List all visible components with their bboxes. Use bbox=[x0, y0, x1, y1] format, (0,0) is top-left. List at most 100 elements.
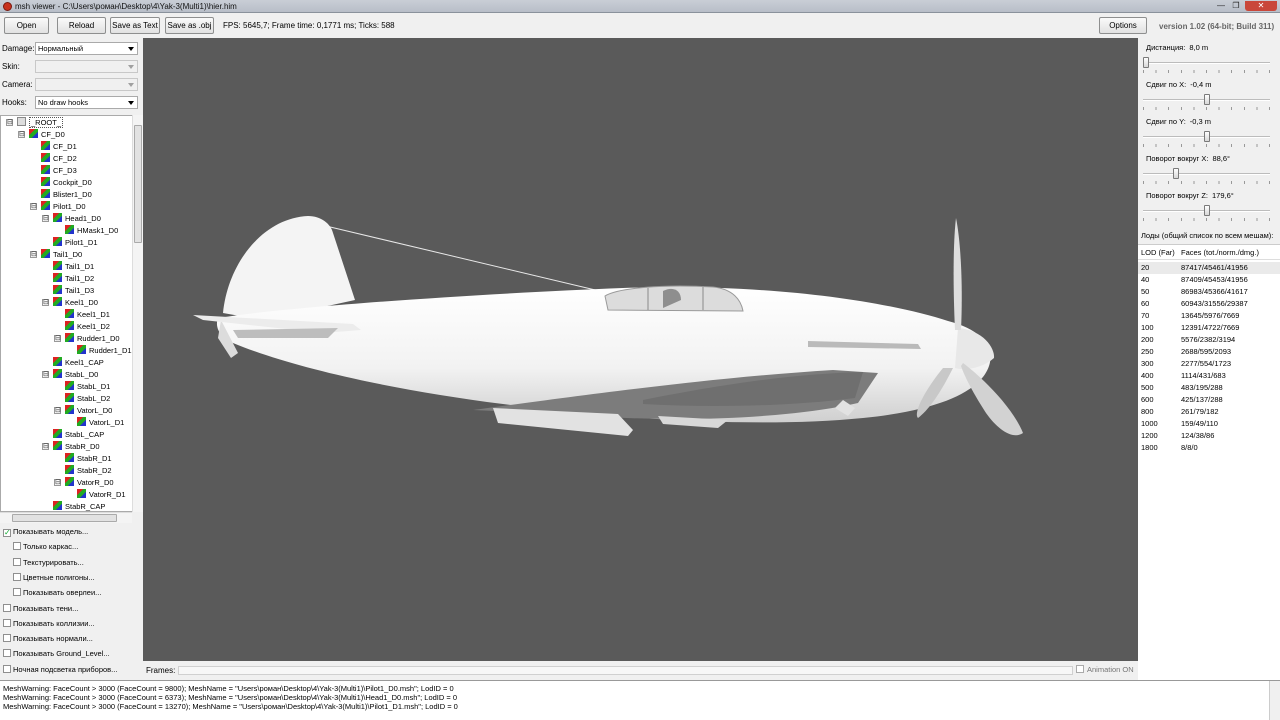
tree-item[interactable]: Keel1_D0 bbox=[53, 297, 98, 309]
tree-item[interactable]: Head1_D0 bbox=[53, 213, 101, 225]
lod-row[interactable]: 40 87409/45453/41956 bbox=[1138, 274, 1280, 286]
tree-item[interactable]: Pilot1_D1 bbox=[53, 237, 98, 249]
checkbox[interactable] bbox=[13, 542, 21, 551]
camera-select[interactable] bbox=[35, 78, 138, 91]
tree-expander-icon[interactable]: ⊟ bbox=[54, 479, 61, 486]
lod-row[interactable]: 100 12391/4722/7669 bbox=[1138, 322, 1280, 334]
checked-checkbox[interactable]: ✓ bbox=[3, 529, 11, 537]
checkbox[interactable] bbox=[3, 634, 11, 643]
options-button[interactable]: Options bbox=[1099, 17, 1147, 34]
lod-row[interactable]: 70 13645/5976/7669 bbox=[1138, 310, 1280, 322]
checkbox[interactable] bbox=[3, 664, 11, 673]
tree-item[interactable]: Keel1_CAP bbox=[53, 357, 104, 369]
slider-handle[interactable] bbox=[1204, 131, 1210, 142]
tree-item[interactable]: VatorL_D0 bbox=[65, 405, 112, 417]
lod-list[interactable]: LOD (Far) Faces (tot./norm./dmg.) 20 8741… bbox=[1138, 244, 1280, 680]
tree-item[interactable]: VatorR_D0 bbox=[65, 477, 114, 489]
option-checkbox-row[interactable]: Текстурировать... bbox=[13, 557, 84, 569]
animation-checkbox[interactable] bbox=[1076, 665, 1084, 673]
checkbox[interactable] bbox=[13, 588, 21, 597]
tree-expander-icon[interactable]: ⊟ bbox=[42, 299, 49, 306]
checkbox[interactable] bbox=[3, 618, 11, 627]
option-checkbox-row[interactable]: Показывать оверлеи... bbox=[13, 587, 101, 599]
checkbox[interactable] bbox=[13, 557, 21, 566]
tree-item[interactable]: VatorL_D1 bbox=[77, 417, 124, 429]
tree-expander-icon[interactable]: ⊟ bbox=[18, 131, 25, 138]
log-scrollbar[interactable] bbox=[1269, 681, 1280, 720]
log-panel[interactable]: MeshWarning: FaceCount > 3000 (FaceCount… bbox=[0, 680, 1280, 720]
tree-item[interactable]: Keel1_D2 bbox=[65, 321, 110, 333]
lod-row[interactable]: 1000 159/49/110 bbox=[1138, 418, 1280, 430]
lod-col-header[interactable]: LOD (Far) bbox=[1141, 245, 1175, 260]
checkbox[interactable] bbox=[13, 572, 21, 581]
tree-item[interactable]: Keel1_D1 bbox=[65, 309, 110, 321]
value-slider[interactable] bbox=[1143, 57, 1270, 73]
tree-item[interactable]: CF_D2 bbox=[41, 153, 77, 165]
lod-row[interactable]: 200 5576/2382/3194 bbox=[1138, 334, 1280, 346]
tree-item[interactable]: StabR_D2 bbox=[65, 465, 112, 477]
animation-toggle[interactable]: Animation ON bbox=[1076, 665, 1134, 674]
tree-item[interactable]: StabR_D1 bbox=[65, 453, 112, 465]
slider-handle[interactable] bbox=[1204, 94, 1210, 105]
reload-button[interactable]: Reload bbox=[57, 17, 106, 34]
3d-viewport[interactable] bbox=[143, 38, 1138, 661]
minimize-button[interactable]: — bbox=[1214, 1, 1228, 11]
option-checkbox-row[interactable]: Цветные полигоны... bbox=[13, 572, 95, 584]
lod-row[interactable]: 60 60943/31556/29387 bbox=[1138, 298, 1280, 310]
tree-item[interactable]: StabR_CAP bbox=[53, 501, 105, 511]
tree-item[interactable]: CF_D0 bbox=[29, 129, 65, 141]
tree-horizontal-scrollbar[interactable] bbox=[0, 512, 132, 523]
tree-item[interactable]: _ROOT_ bbox=[17, 117, 64, 129]
tree-expander-icon[interactable]: ⊟ bbox=[6, 119, 13, 126]
lod-row[interactable]: 50 86983/45366/41617 bbox=[1138, 286, 1280, 298]
value-slider[interactable] bbox=[1143, 168, 1270, 184]
tree-expander-icon[interactable]: ⊟ bbox=[42, 443, 49, 450]
mesh-tree[interactable]: ⊟ _ROOT_ ⊟ CF_D0 CF_D1 CF_D2 CF_D3 Cockpit_D0 Bl… bbox=[0, 115, 143, 512]
save-as-text-button[interactable]: Save as Text bbox=[110, 17, 160, 34]
tree-item[interactable]: Rudder1_D1 bbox=[77, 345, 132, 357]
option-checkbox-row[interactable]: Ночная подсветка приборов... bbox=[3, 664, 117, 676]
lod-row[interactable]: 500 483/195/288 bbox=[1138, 382, 1280, 394]
hooks-select[interactable]: No draw hooks bbox=[35, 96, 138, 109]
option-checkbox-row[interactable]: Показывать Ground_Level... bbox=[3, 648, 110, 660]
lod-row[interactable]: 1800 8/8/0 bbox=[1138, 442, 1280, 454]
tree-item[interactable]: Tail1_D1 bbox=[53, 261, 94, 273]
tree-item[interactable]: Tail1_D2 bbox=[53, 273, 94, 285]
save-as-obj-button[interactable]: Save as .obj bbox=[165, 17, 214, 34]
frames-slider[interactable] bbox=[178, 666, 1073, 675]
option-checkbox-row[interactable]: ✓ Показывать модель... bbox=[3, 526, 88, 538]
open-button[interactable]: Open bbox=[4, 17, 49, 34]
tree-item[interactable]: Cockpit_D0 bbox=[41, 177, 92, 189]
tree-item[interactable]: CF_D1 bbox=[41, 141, 77, 153]
slider-track[interactable] bbox=[1143, 173, 1270, 175]
lod-row[interactable]: 20 87417/45461/41956 bbox=[1138, 262, 1280, 274]
tree-item[interactable]: StabL_D2 bbox=[65, 393, 110, 405]
tree-expander-icon[interactable]: ⊟ bbox=[54, 335, 61, 342]
checkbox[interactable] bbox=[3, 603, 11, 612]
tree-item[interactable]: StabL_CAP bbox=[53, 429, 104, 441]
faces-col-header[interactable]: Faces (tot./norm./dmg.) bbox=[1181, 245, 1259, 260]
slider-handle[interactable] bbox=[1173, 168, 1179, 179]
slider-handle[interactable] bbox=[1143, 57, 1149, 68]
lod-row[interactable]: 400 1114/431/683 bbox=[1138, 370, 1280, 382]
tree-item[interactable]: Pilot1_D0 bbox=[41, 201, 86, 213]
value-slider[interactable] bbox=[1143, 94, 1270, 110]
slider-track[interactable] bbox=[1143, 62, 1270, 64]
tree-item[interactable]: StabR_D0 bbox=[53, 441, 100, 453]
close-button[interactable]: ✕ bbox=[1245, 1, 1277, 11]
tree-expander-icon[interactable]: ⊟ bbox=[30, 203, 37, 210]
value-slider[interactable] bbox=[1143, 205, 1270, 221]
option-checkbox-row[interactable]: Только каркас... bbox=[13, 541, 78, 553]
tree-item[interactable]: Tail1_D0 bbox=[41, 249, 82, 261]
tree-item[interactable]: StabL_D1 bbox=[65, 381, 110, 393]
skin-select[interactable] bbox=[35, 60, 138, 73]
damage-select[interactable]: Нормальный bbox=[35, 42, 138, 55]
value-slider[interactable] bbox=[1143, 131, 1270, 147]
tree-item[interactable]: Blister1_D0 bbox=[41, 189, 92, 201]
tree-expander-icon[interactable]: ⊟ bbox=[42, 215, 49, 222]
slider-handle[interactable] bbox=[1204, 205, 1210, 216]
lod-row[interactable]: 1200 124/38/86 bbox=[1138, 430, 1280, 442]
scroll-thumb[interactable] bbox=[134, 125, 142, 243]
tree-item[interactable]: HMask1_D0 bbox=[65, 225, 118, 237]
scroll-thumb[interactable] bbox=[12, 514, 117, 522]
